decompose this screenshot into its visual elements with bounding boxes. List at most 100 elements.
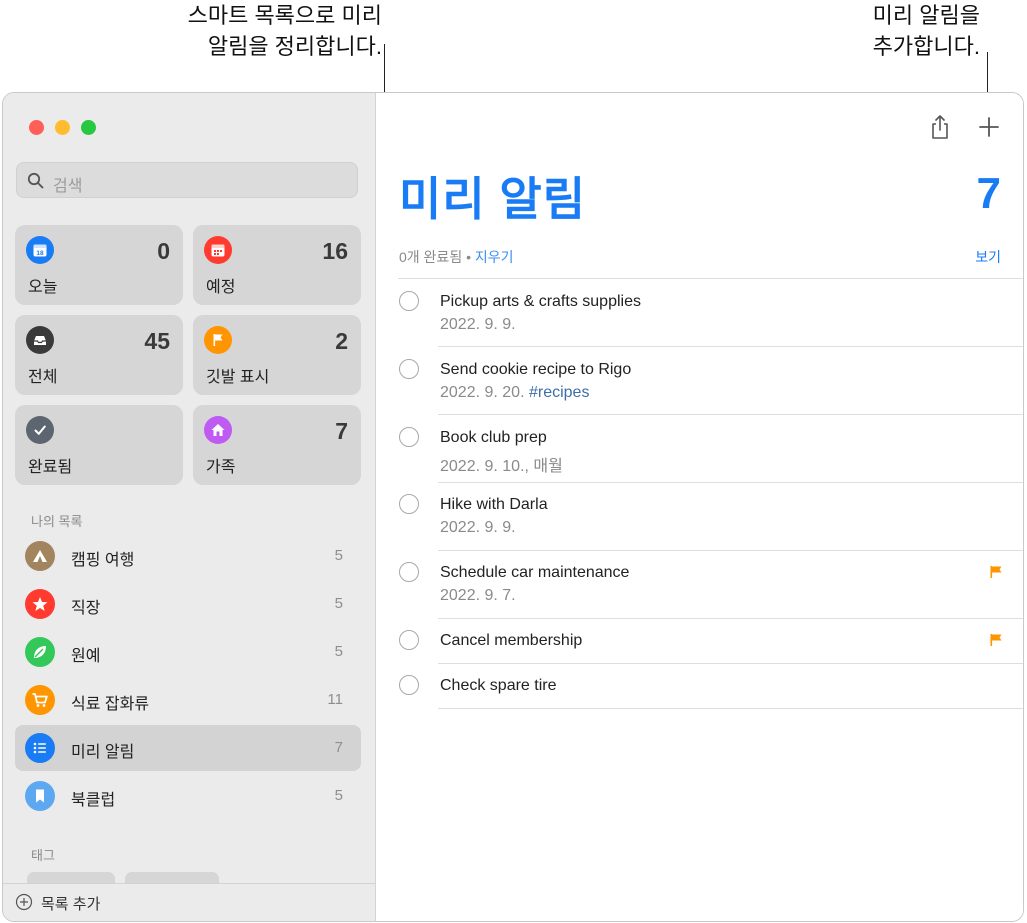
- show-completed-button[interactable]: 보기: [975, 247, 1001, 267]
- leaf-icon: [25, 637, 55, 667]
- reminder-divider: [438, 414, 1023, 415]
- reminder-divider: [438, 618, 1023, 619]
- sidebar-item-gardening[interactable]: 원예 5: [15, 629, 361, 675]
- reminder-divider: [438, 708, 1023, 709]
- smart-list-all-label: 전체: [28, 369, 58, 386]
- reminder-tag[interactable]: #recipes: [529, 384, 589, 401]
- reminder-title[interactable]: Cancel membership: [440, 632, 582, 650]
- reminder-date: 2022. 9. 7.: [440, 587, 516, 604]
- close-window-button[interactable]: [29, 120, 44, 135]
- sidebar: 검색 18 0 오늘 16 예정 45 전체 2 깃발 표시 완료됨 7 가족 …: [3, 93, 376, 921]
- search-icon: [27, 172, 44, 189]
- search-field[interactable]: 검색: [16, 162, 358, 198]
- reminder-title[interactable]: Pickup arts & crafts supplies: [440, 293, 641, 311]
- reminder-date: 2022. 9. 9.: [440, 519, 516, 536]
- main-content: 미리 알림 7 0개 완료됨 • 지우기 보기 Pickup arts & cr…: [376, 93, 1023, 921]
- plus-icon: [979, 117, 999, 137]
- flag-icon: [204, 326, 232, 354]
- star-icon: [25, 589, 55, 619]
- smart-list-today-count: 0: [157, 238, 170, 264]
- sidebar-item-label: 북클럽: [71, 792, 116, 809]
- sidebar-item-count: 5: [334, 595, 343, 612]
- add-reminder-button[interactable]: [976, 113, 1002, 141]
- reminder-checkbox[interactable]: [399, 427, 419, 447]
- sidebar-item-camping-trip[interactable]: 캠핑 여행 5: [15, 533, 361, 579]
- smart-list-today[interactable]: 18 0 오늘: [15, 225, 183, 305]
- smart-list-scheduled-count: 16: [322, 238, 348, 264]
- reminder-title[interactable]: Send cookie recipe to Rigo: [440, 361, 631, 379]
- reminder-date: 2022. 9. 9.: [440, 316, 516, 333]
- smart-list-family-label: 가족: [206, 459, 236, 476]
- reminder-checkbox[interactable]: [399, 291, 419, 311]
- reminder-date-and-tag: 2022. 9. 20. #recipes: [440, 384, 589, 402]
- reminder-date: 2022. 9. 20.: [440, 384, 525, 401]
- separator-dot: •: [462, 249, 475, 265]
- smart-list-completed[interactable]: 완료됨: [15, 405, 183, 485]
- sidebar-item-label: 직장: [71, 600, 101, 617]
- reminder-title[interactable]: Book club prep: [440, 429, 547, 447]
- smart-list-completed-label: 완료됨: [28, 459, 73, 476]
- completed-summary: 0개 완료됨 • 지우기: [399, 247, 514, 267]
- reminder-checkbox[interactable]: [399, 494, 419, 514]
- flag-icon[interactable]: [989, 633, 1003, 647]
- flag-icon[interactable]: [989, 565, 1003, 579]
- sidebar-item-count: 5: [334, 547, 343, 564]
- reminder-title[interactable]: Check spare tire: [440, 677, 557, 695]
- smart-list-today-label: 오늘: [28, 279, 58, 296]
- reminder-title[interactable]: Hike with Darla: [440, 496, 548, 514]
- plus-circle-icon: [15, 893, 33, 911]
- tags-header: 태그: [31, 848, 55, 863]
- calendar-scheduled-icon: [204, 236, 232, 264]
- reminder-checkbox[interactable]: [399, 630, 419, 650]
- reminder-title[interactable]: Schedule car maintenance: [440, 564, 629, 582]
- house-icon: [204, 416, 232, 444]
- smart-list-all[interactable]: 45 전체: [15, 315, 183, 395]
- add-list-label: 목록 추가: [41, 896, 101, 913]
- smart-list-family-count: 7: [335, 418, 348, 444]
- reminder-checkbox[interactable]: [399, 359, 419, 379]
- callout-add-reminder-line1: 미리 알림을: [872, 3, 980, 28]
- clear-completed-button[interactable]: 지우기: [475, 249, 514, 265]
- callout-add-reminder: 미리 알림을 추가합니다.: [780, 0, 980, 62]
- callout-add-reminder-line2: 추가합니다.: [872, 34, 980, 59]
- header-divider: [398, 278, 1023, 279]
- zoom-window-button[interactable]: [81, 120, 96, 135]
- smart-list-flagged[interactable]: 2 깃발 표시: [193, 315, 361, 395]
- share-icon: [932, 115, 948, 139]
- sidebar-item-label: 캠핑 여행: [71, 552, 135, 569]
- reminder-divider: [438, 550, 1023, 551]
- reminder-divider: [438, 346, 1023, 347]
- smart-list-scheduled[interactable]: 16 예정: [193, 225, 361, 305]
- calendar-today-icon: 18: [26, 236, 54, 264]
- add-list-button[interactable]: 목록 추가: [3, 883, 375, 921]
- tray-icon: [26, 326, 54, 354]
- checkmark-icon: [26, 416, 54, 444]
- page-title: 미리 알림: [399, 173, 587, 225]
- callout-smart-lists: 스마트 목록으로 미리 알림을 정리합니다.: [120, 0, 382, 62]
- sidebar-item-work[interactable]: 직장 5: [15, 581, 361, 627]
- sidebar-item-count: 11: [327, 691, 343, 708]
- share-button[interactable]: [927, 113, 953, 141]
- reminder-checkbox[interactable]: [399, 562, 419, 582]
- sidebar-item-label: 원예: [71, 648, 101, 665]
- callout-smart-lists-line1: 스마트 목록으로 미리: [187, 3, 382, 28]
- reminder-divider: [438, 663, 1023, 664]
- list-bullet-icon: [25, 733, 55, 763]
- smart-list-flagged-label: 깃발 표시: [206, 369, 270, 386]
- sidebar-item-reminders[interactable]: 미리 알림 7: [15, 725, 361, 771]
- sidebar-item-book-club[interactable]: 북클럽 5: [15, 773, 361, 819]
- reminder-date: 2022. 9. 10., 매월: [440, 458, 563, 475]
- minimize-window-button[interactable]: [55, 120, 70, 135]
- search-placeholder: 검색: [53, 178, 83, 195]
- sidebar-item-count: 7: [334, 739, 343, 756]
- smart-list-family[interactable]: 7 가족: [193, 405, 361, 485]
- tent-icon: [25, 541, 55, 571]
- sidebar-item-groceries[interactable]: 식료 잡화류 11: [15, 677, 361, 723]
- bookmark-icon: [25, 781, 55, 811]
- smart-list-scheduled-label: 예정: [206, 279, 236, 296]
- sidebar-item-label: 미리 알림: [71, 744, 135, 761]
- completed-count-text: 0개 완료됨: [399, 249, 463, 265]
- reminder-checkbox[interactable]: [399, 675, 419, 695]
- my-lists-header: 나의 목록: [31, 514, 83, 529]
- reminders-window: 검색 18 0 오늘 16 예정 45 전체 2 깃발 표시 완료됨 7 가족 …: [2, 92, 1024, 922]
